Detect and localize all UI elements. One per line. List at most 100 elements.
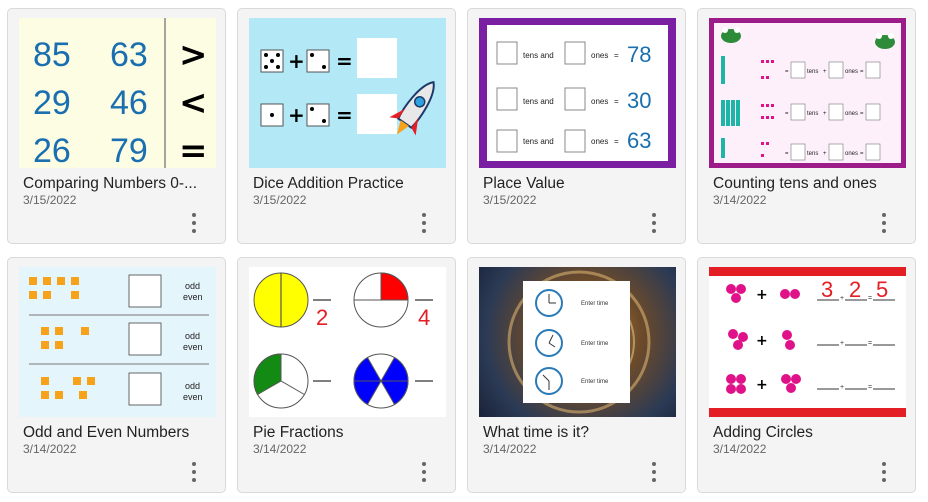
equals-label: = — [614, 97, 619, 106]
number-label: 79 — [110, 132, 148, 168]
card-thumbnail[interactable]: 85 63 29 46 26 79 > < = — [19, 18, 216, 168]
clock-icon — [535, 329, 563, 357]
value-label: 30 — [627, 88, 651, 113]
equals-label: = — [785, 69, 789, 75]
enter-time-label: Enter time — [581, 379, 609, 385]
tens-label: tens — [807, 111, 818, 117]
card-title[interactable]: Adding Circles — [713, 424, 903, 442]
card-thumbnail[interactable]: + = + = — [249, 18, 446, 168]
more-options-icon[interactable] — [188, 460, 200, 484]
equals-label: = — [860, 151, 864, 157]
more-options-icon[interactable] — [878, 460, 890, 484]
card-title[interactable]: What time is it? — [483, 424, 673, 442]
card-thumbnail[interactable]: Enter time Enter time Enter time — [479, 267, 676, 417]
fraction-denominator: 2 — [316, 305, 328, 330]
activity-card[interactable]: Enter time Enter time Enter time What ti… — [467, 257, 686, 493]
card-title[interactable]: Place Value — [483, 175, 673, 193]
symbol-label: < — [179, 83, 208, 123]
enter-time-label: Enter time — [581, 301, 609, 307]
card-thumbnail[interactable]: 2 4 — [249, 267, 446, 417]
card-thumbnail[interactable]: tens and ones = tens and ones = tens and… — [479, 18, 676, 168]
activity-card[interactable]: tens and ones = tens and ones = tens and… — [467, 8, 686, 244]
equals-label: = — [785, 111, 789, 117]
number-label: 29 — [33, 84, 71, 122]
frog-icon — [875, 33, 895, 49]
more-options-icon[interactable] — [648, 460, 660, 484]
more-options-icon[interactable] — [878, 211, 890, 235]
equals-label: = — [614, 51, 619, 60]
card-date: 3/15/2022 — [483, 193, 537, 207]
even-label: even — [183, 342, 203, 352]
plus-label: + — [823, 69, 827, 75]
card-title[interactable]: Pie Fractions — [253, 424, 443, 442]
ones-label: ones — [591, 97, 608, 106]
even-label: even — [183, 392, 203, 402]
activity-card[interactable]: = tens + ones = = tens + ones = = tens +… — [697, 8, 916, 244]
symbol-label: > — [179, 35, 208, 75]
card-date: 3/14/2022 — [713, 193, 767, 207]
tens-label: tens and — [523, 51, 554, 60]
more-options-icon[interactable] — [418, 211, 430, 235]
card-thumbnail[interactable]: = tens + ones = = tens + ones = = tens +… — [709, 18, 906, 168]
even-label: even — [183, 292, 203, 302]
activity-card[interactable]: odd even odd even odd even Odd and Even … — [7, 257, 226, 493]
card-thumbnail[interactable]: odd even odd even odd even — [19, 267, 216, 417]
activity-card[interactable]: 2 4 Pie Fractions 3/14/2022 — [237, 257, 456, 493]
plus-label: + — [756, 333, 768, 349]
plus-label: + — [840, 340, 844, 347]
answer-digit: 3 — [821, 277, 833, 302]
activity-card[interactable]: + = + = Dice Addition Practice 3/15/2022 — [237, 8, 456, 244]
plus-label: + — [288, 103, 305, 127]
card-title[interactable]: Dice Addition Practice — [253, 175, 443, 193]
enter-time-label: Enter time — [581, 341, 609, 347]
tens-label: tens and — [523, 97, 554, 106]
plus-label: + — [840, 384, 844, 391]
ones-label: ones — [591, 51, 608, 60]
frog-icon — [721, 27, 741, 43]
answer-digit: 2 — [849, 277, 861, 302]
answer-digit: 5 — [876, 277, 888, 302]
card-date: 3/15/2022 — [23, 193, 77, 207]
tens-label: tens and — [523, 137, 554, 146]
clock-icon — [535, 367, 563, 395]
equals-label: = — [860, 69, 864, 75]
ones-label: ones — [845, 151, 858, 157]
equals-label: = — [336, 49, 353, 73]
clock-icon — [535, 289, 563, 317]
plus-label: + — [756, 377, 768, 393]
ones-label: ones — [845, 69, 858, 75]
equals-label: = — [868, 295, 872, 302]
card-date: 3/14/2022 — [483, 442, 537, 456]
fraction-denominator: 4 — [418, 305, 430, 330]
odd-label: odd — [185, 281, 200, 291]
card-date: 3/14/2022 — [713, 442, 767, 456]
card-title[interactable]: Counting tens and ones — [713, 175, 903, 193]
value-label: 78 — [627, 42, 651, 67]
number-label: 85 — [33, 36, 71, 74]
equals-label: = — [860, 111, 864, 117]
card-thumbnail[interactable]: + + + 3 2 5 + = + = + = — [709, 267, 906, 417]
card-title[interactable]: Comparing Numbers 0-... — [23, 175, 213, 193]
odd-label: odd — [185, 331, 200, 341]
activity-card[interactable]: 85 63 29 46 26 79 > < = Comparing Number… — [7, 8, 226, 244]
value-label: 63 — [627, 128, 651, 153]
more-options-icon[interactable] — [648, 211, 660, 235]
equals-label: = — [614, 137, 619, 146]
plus-label: + — [823, 151, 827, 157]
equals-label: = — [336, 103, 353, 127]
ones-label: ones — [845, 111, 858, 117]
plus-label: + — [288, 49, 305, 73]
equals-label: = — [868, 384, 872, 391]
more-options-icon[interactable] — [418, 460, 430, 484]
card-date: 3/15/2022 — [253, 193, 307, 207]
symbol-label: = — [179, 131, 208, 168]
tens-label: tens — [807, 69, 818, 75]
card-title[interactable]: Odd and Even Numbers — [23, 424, 213, 442]
equals-label: = — [785, 151, 789, 157]
plus-label: + — [756, 287, 768, 303]
number-label: 46 — [110, 84, 148, 122]
activity-card[interactable]: + + + 3 2 5 + = + = + = Adding Circles 3… — [697, 257, 916, 493]
card-date: 3/14/2022 — [253, 442, 307, 456]
odd-label: odd — [185, 381, 200, 391]
more-options-icon[interactable] — [188, 211, 200, 235]
